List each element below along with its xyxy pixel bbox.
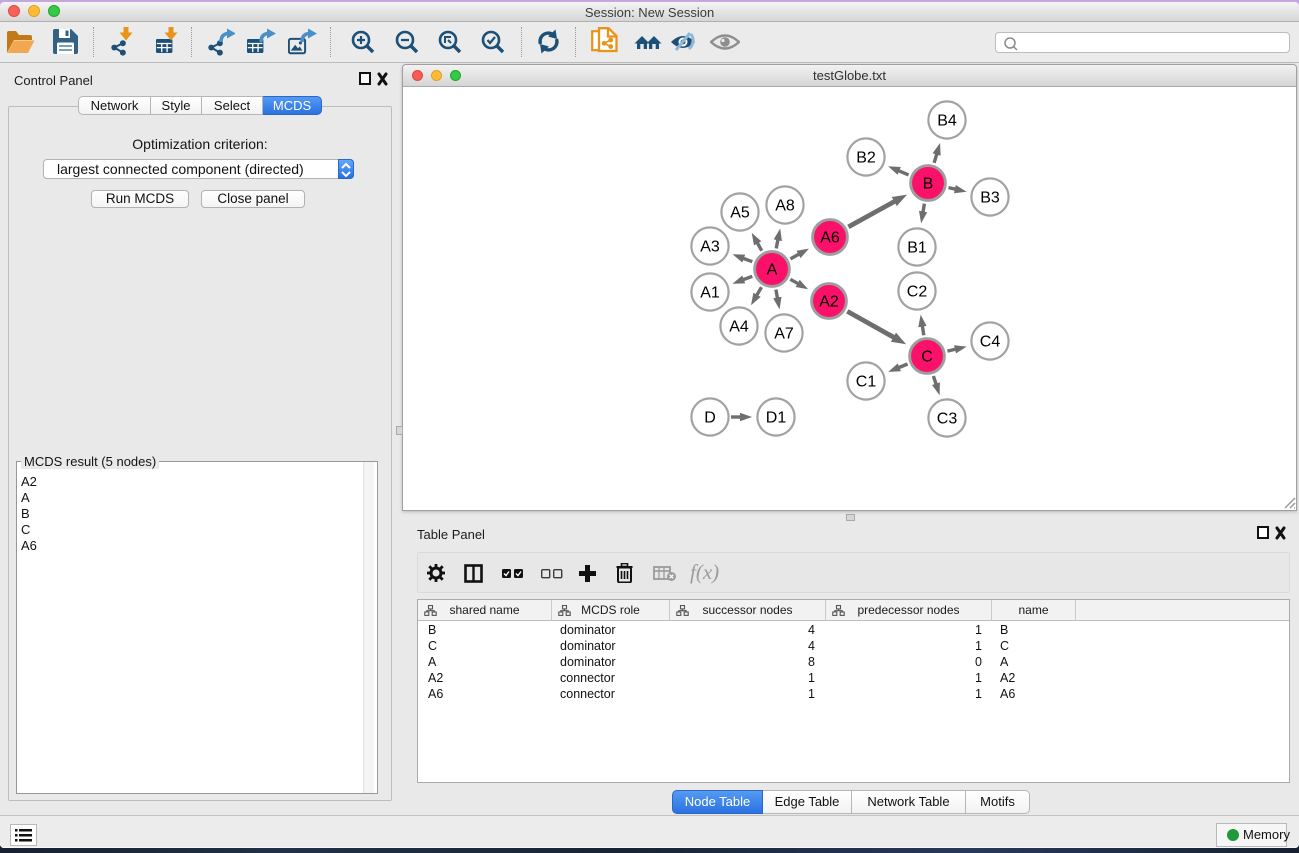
svg-text:B1: B1 — [907, 240, 927, 257]
svg-text:B: B — [923, 176, 934, 193]
svg-text:A5: A5 — [730, 205, 750, 222]
svg-text:D1: D1 — [766, 410, 787, 427]
svg-text:C: C — [921, 349, 933, 366]
svg-text:A2: A2 — [819, 294, 839, 311]
svg-text:A7: A7 — [774, 326, 794, 343]
svg-text:A8: A8 — [775, 198, 795, 215]
svg-text:B2: B2 — [856, 150, 876, 167]
svg-text:B4: B4 — [937, 113, 957, 130]
svg-text:C3: C3 — [937, 411, 958, 428]
svg-text:C1: C1 — [856, 374, 877, 391]
svg-text:A: A — [767, 262, 778, 279]
svg-text:C4: C4 — [980, 334, 1001, 351]
svg-text:A3: A3 — [700, 239, 720, 256]
svg-text:D: D — [704, 410, 716, 427]
svg-text:A6: A6 — [820, 230, 840, 247]
svg-text:A1: A1 — [700, 285, 720, 302]
svg-text:B3: B3 — [980, 190, 1000, 207]
svg-text:C2: C2 — [907, 284, 928, 301]
svg-text:A4: A4 — [729, 319, 749, 336]
